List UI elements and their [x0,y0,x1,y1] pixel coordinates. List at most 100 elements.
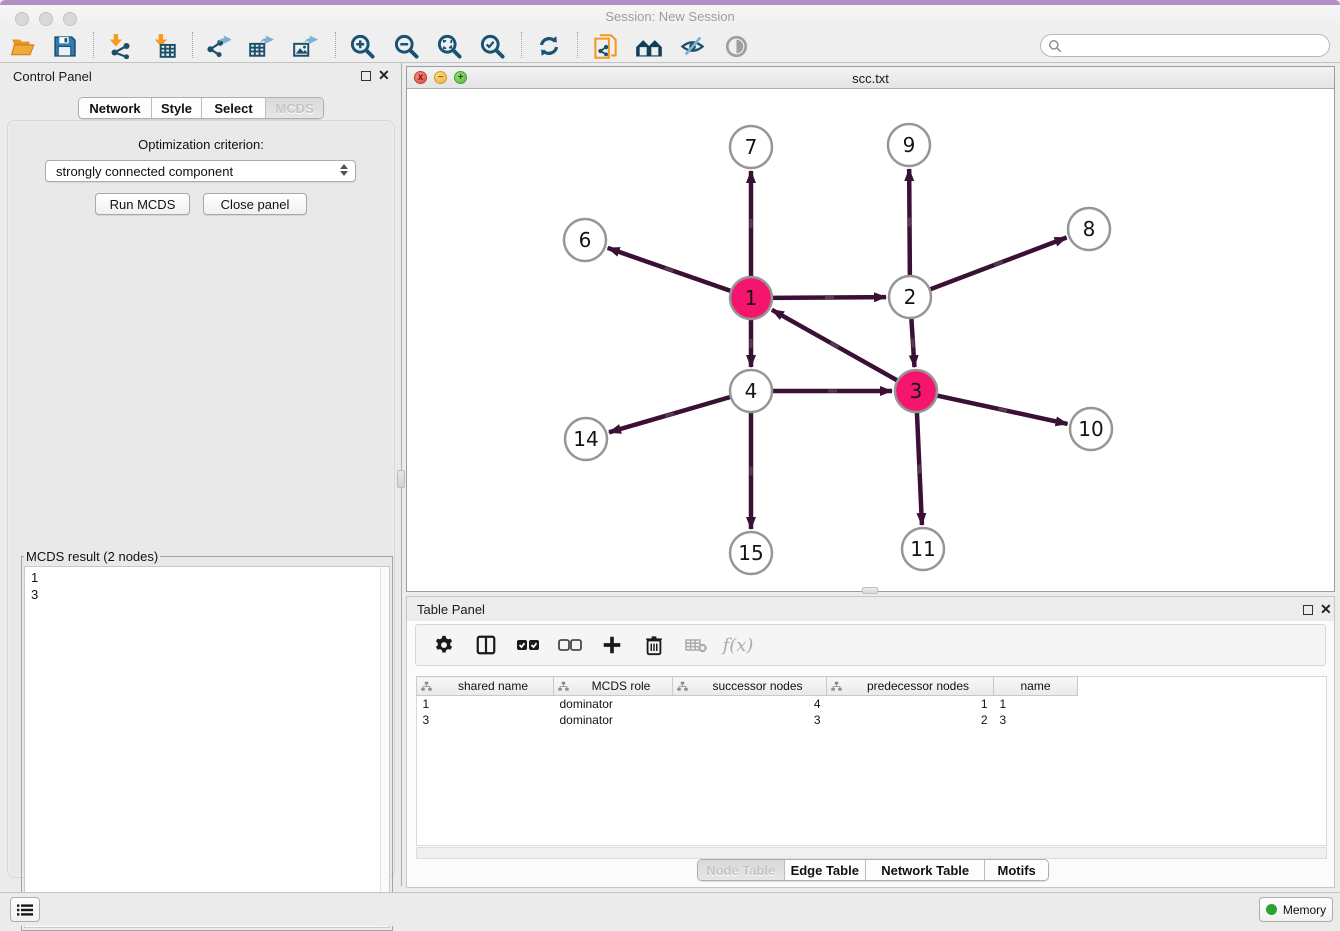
optimization-criterion-select[interactable]: strongly connected component [45,160,356,182]
close-panel-icon[interactable]: ✕ [378,68,390,82]
search-input[interactable] [1062,37,1329,55]
gear-icon[interactable] [430,631,458,659]
run-mcds-button[interactable]: Run MCDS [95,193,190,215]
export-network-icon[interactable] [201,31,235,61]
zoom-fit-icon[interactable] [432,31,466,61]
table-cell[interactable]: dominator [554,696,673,712]
table-hscrollbar[interactable] [416,847,1327,859]
mcds-result-list[interactable]: 13 [24,566,390,928]
node-label: 4 [745,379,758,403]
table-cell[interactable]: 1 [827,696,994,712]
graph-node-14[interactable]: 14 [565,418,607,460]
import-table-icon[interactable] [148,31,182,61]
column-header-shared-name[interactable]: shared name [417,677,554,696]
export-image-icon[interactable] [288,31,322,61]
table-row[interactable]: 1dominator411 [417,696,1078,712]
clone-network-icon[interactable] [588,31,622,61]
column-header-predecessor-nodes[interactable]: predecessor nodes [827,677,994,696]
first-neighbors-icon[interactable] [632,31,666,61]
result-scrollbar[interactable] [380,567,389,927]
table-cell[interactable]: 1 [994,696,1078,712]
node-label: 6 [579,228,592,252]
tab-style[interactable]: Style [151,98,201,118]
float-panel-icon[interactable] [361,71,371,81]
table-panel-title: Table Panel [417,602,485,617]
tab-network[interactable]: Network [79,98,151,118]
network-graph[interactable]: 7 9 6 8 1 2 4 3 14 10 15 11 [407,89,1334,591]
column-header-mcds-role[interactable]: MCDS role [554,677,673,696]
edge-label-mark [749,219,752,228]
mcds-result-title: MCDS result (2 nodes) [24,549,160,564]
float-table-panel-icon[interactable] [1303,605,1313,615]
table-cell[interactable]: 3 [417,712,554,728]
column-header-name[interactable]: name [994,677,1078,696]
control-panel-header: Control Panel ✕ [0,63,401,89]
graph-node-9[interactable]: 9 [888,124,930,166]
edge-label-mark [749,467,752,476]
add-column-icon[interactable] [598,631,626,659]
tab-node-table[interactable]: Node Table [698,860,784,880]
chevron-up-down-icon [340,164,348,176]
table-cell[interactable]: dominator [554,712,673,728]
zoom-selected-icon[interactable] [475,31,509,61]
graph-node-4[interactable]: 4 [730,370,772,412]
search-box [1040,34,1330,57]
graph-node-6[interactable]: 6 [564,219,606,261]
node-label: 11 [910,537,935,561]
mcds-result-line[interactable]: 1 [25,569,389,586]
graph-node-2[interactable]: 2 [889,276,931,318]
close-table-panel-icon[interactable]: ✕ [1320,602,1332,616]
control-panel-tabbar: Network Style Select MCDS [78,97,324,119]
graph-node-15[interactable]: 15 [730,532,772,574]
graph-node-8[interactable]: 8 [1068,208,1110,250]
memory-button[interactable]: Memory [1259,897,1333,922]
show-all-icon[interactable] [719,31,753,61]
mcds-result-lines: 13 [25,567,389,603]
graph-node-1[interactable]: 1 [730,277,772,319]
tab-network-table[interactable]: Network Table [865,860,984,880]
edge-label-mark [918,464,922,473]
network-canvas[interactable]: 7 9 6 8 1 2 4 3 14 10 15 11 [407,89,1334,591]
split-columns-icon[interactable] [472,631,500,659]
function-icon[interactable]: f(x) [724,631,752,659]
delete-icon[interactable] [640,631,668,659]
select-all-icon[interactable] [514,631,542,659]
control-panel: Control Panel ✕ Network Style Select MCD… [0,63,402,886]
refresh-icon[interactable] [532,31,566,61]
mcds-result-line[interactable]: 3 [25,586,389,603]
control-panel-title: Control Panel [13,69,92,84]
unselect-all-icon[interactable] [556,631,584,659]
graph-node-11[interactable]: 11 [902,528,944,570]
table-cell[interactable]: 3 [994,712,1078,728]
graph-node-3[interactable]: 3 [895,370,937,412]
status-bar: Memory [0,892,1340,926]
zoom-out-icon[interactable] [389,31,423,61]
table-row[interactable]: 3dominator323 [417,712,1078,728]
open-file-icon[interactable] [6,31,40,61]
network-window-title: scc.txt [407,71,1334,86]
graph-node-7[interactable]: 7 [730,126,772,168]
zoom-in-icon[interactable] [345,31,379,61]
hide-selected-icon[interactable] [675,31,709,61]
column-header-successor-nodes[interactable]: successor nodes [673,677,827,696]
graph-node-10[interactable]: 10 [1070,408,1112,450]
show-panels-button[interactable] [10,897,40,922]
export-table-icon[interactable] [244,31,278,61]
tab-select[interactable]: Select [201,98,265,118]
table-cell[interactable]: 1 [417,696,554,712]
panel-splitter-grip[interactable] [397,470,405,488]
import-network-icon[interactable] [103,31,137,61]
tab-mcds[interactable]: MCDS [265,98,323,118]
tab-edge-table[interactable]: Edge Table [784,860,866,880]
table-cell[interactable]: 2 [827,712,994,728]
table-cell[interactable]: 3 [673,712,827,728]
network-view-window: x − + scc.txt 7 9 6 8 1 2 4 3 14 10 15 11 [406,66,1335,592]
save-session-icon[interactable] [47,31,81,61]
delete-column-icon[interactable] [682,631,710,659]
table-cell[interactable]: 4 [673,696,827,712]
close-panel-button[interactable]: Close panel [203,193,307,215]
network-window-titlebar[interactable]: x − + scc.txt [407,67,1334,89]
tab-motifs[interactable]: Motifs [984,860,1048,880]
table-panel: Table Panel ✕ f(x) shared name [406,596,1335,888]
network-splitter-grip[interactable] [862,587,878,594]
